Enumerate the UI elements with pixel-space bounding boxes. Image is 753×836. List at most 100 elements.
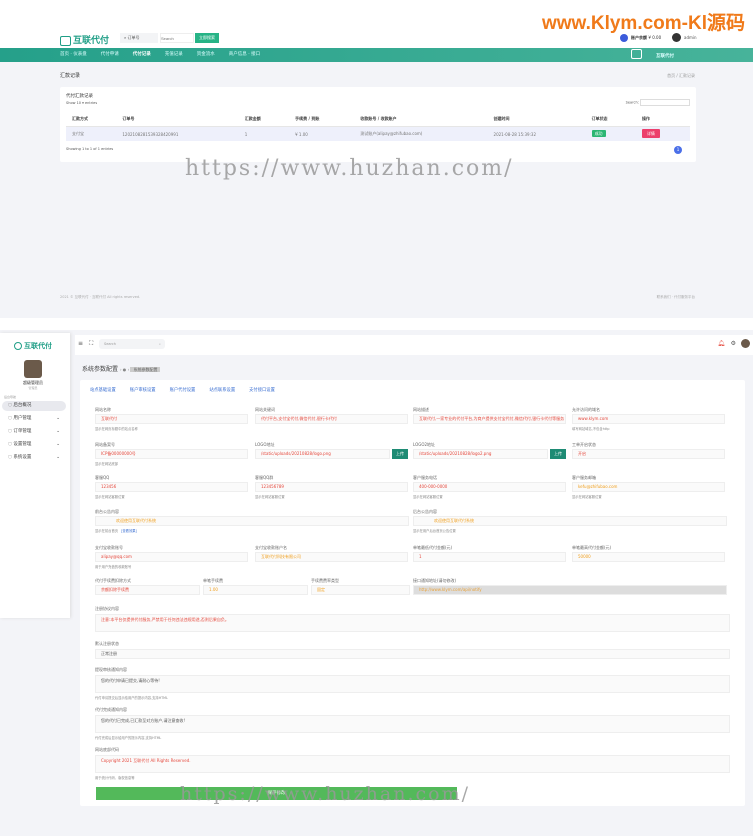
field-input[interactable]: 互联代付科技有限公司 xyxy=(255,552,408,562)
field-help: 代付完成后显示给用户的提示内容,支持HTML xyxy=(95,736,162,740)
cell-text: 测试账户(alipay@zhifubao.com) xyxy=(360,131,423,136)
search-button[interactable]: 立即搜索 xyxy=(195,33,219,43)
field-input[interactable]: ICP备00000000号 xyxy=(95,449,248,459)
search-input[interactable] xyxy=(160,33,194,43)
upload-button[interactable]: 上传 xyxy=(392,449,408,459)
field-label: 工单开启状态 xyxy=(572,442,596,447)
brand-logo[interactable]: 互联代付 xyxy=(60,33,109,46)
sidebar-item[interactable]: ◌ 用户管理 ⌄ xyxy=(2,414,66,424)
nav-item[interactable]: 商户信息 · 接口 xyxy=(229,52,260,57)
field-label: 单笔手续费 xyxy=(203,578,223,583)
field-help: 显示在前台首页 [查看效果] xyxy=(95,529,137,533)
cell-text: 支付宝 xyxy=(72,131,84,136)
sidebar-item[interactable]: ◌ 系统设置 ⌄ xyxy=(2,453,66,463)
field-input[interactable]: 互联代付,一家专业的代付平台,为商户提供支付宝代付,微信代付,银行卡代付等服务 xyxy=(413,414,566,424)
page-button[interactable]: 1 xyxy=(674,146,682,154)
field-label: LOGO地址 xyxy=(255,442,275,447)
username[interactable]: admin xyxy=(684,35,697,40)
top-bar: ≡ ⛶ Search ⌕ 🔔︎ ⚙ xyxy=(75,335,753,355)
column-header[interactable]: 订单状态 xyxy=(585,112,636,127)
breadcrumb[interactable]: 首页 / 汇款记录 xyxy=(667,73,695,79)
fullscreen-icon[interactable]: ⛶ xyxy=(89,340,93,348)
field-input[interactable]: 互联代付 xyxy=(95,414,248,424)
textarea-input[interactable]: 您的代付已完成,已汇款至对方账户,请注意查收! xyxy=(95,715,730,733)
field-help: 显示在网站客服位置 xyxy=(413,495,443,499)
detail-button[interactable]: 详情 xyxy=(641,129,660,138)
field-input[interactable]: alipay@qq.com xyxy=(95,552,248,562)
textarea-input[interactable]: 您的代付申请已提交,请耐心等待! xyxy=(95,675,730,693)
balance-icon xyxy=(620,34,628,42)
field-input[interactable]: 1 xyxy=(413,552,566,562)
field-input[interactable]: 400-000-0000 xyxy=(413,482,566,492)
nav-item[interactable]: 代付记录 xyxy=(133,52,151,57)
tab[interactable]: 账户代付设置 xyxy=(170,388,196,393)
field-help: 用于用户充值的收款账号 xyxy=(95,565,132,569)
column-header[interactable]: 收款账号 / 收款账户 xyxy=(354,112,488,127)
table-search[interactable]: Search: xyxy=(626,99,690,106)
search-input[interactable]: Search ⌕ xyxy=(99,339,165,349)
field-label: 默认注册状态 xyxy=(95,641,119,646)
field-input[interactable]: 123456789 xyxy=(255,482,408,492)
column-header[interactable]: 汇款金额 xyxy=(238,112,290,127)
field-input[interactable]: 123456 xyxy=(95,482,248,492)
textarea-input[interactable]: 注意:本平台仅提供代付服务,严禁用于任何违法违规用途,否则后果自负。 xyxy=(95,614,730,632)
notification-icon[interactable]: 🔔︎ xyxy=(717,340,725,347)
nav-item[interactable]: 首页 · 仪表盘 xyxy=(60,52,87,57)
menu-toggle-icon[interactable]: ≡ xyxy=(78,340,83,347)
field-input[interactable]: http://www.klym.com/api/notify xyxy=(413,585,727,595)
field-input[interactable]: /static/uploads/20210828/logo2.png xyxy=(413,449,548,459)
column-header[interactable]: 汇款方式 xyxy=(66,112,117,127)
field-input[interactable]: 固定 xyxy=(311,585,410,595)
tab[interactable]: 支付接口设置 xyxy=(249,388,275,393)
sidebar-item[interactable]: ◌ 设置管理 ⌄ xyxy=(2,440,66,450)
chevron-down-icon: ⌄ xyxy=(56,429,60,434)
column-header[interactable]: 创建时间 xyxy=(487,112,586,127)
watermark-klym: www.Klym.com-Kl源码 xyxy=(541,13,745,34)
length-control[interactable]: Show 10 ▾ entries xyxy=(66,101,690,105)
field-input[interactable]: /static/uploads/20210828/logo.png xyxy=(255,449,390,459)
nav-item[interactable]: 代付申请 xyxy=(101,52,119,57)
field-input[interactable]: 欢迎使用互联代付系统 xyxy=(413,516,727,526)
user-avatar[interactable] xyxy=(741,339,750,348)
column-header[interactable]: 订单号 xyxy=(116,112,239,127)
preview-link[interactable]: [查看效果] xyxy=(121,529,137,533)
field-help: 填写网站域名,不包含http xyxy=(572,427,610,431)
field-label: LOGO2地址 xyxy=(413,442,436,447)
column-header[interactable]: 操作 xyxy=(635,112,690,127)
field-input[interactable]: www.klym.com xyxy=(572,414,725,424)
field-label: 单笔最低代付金额(元) xyxy=(413,545,453,550)
field-label: 代付完成通知内容 xyxy=(95,707,127,712)
field-label: 允许访问的域名 xyxy=(572,407,600,412)
field-input[interactable]: 1.00 xyxy=(203,585,308,595)
table-cell: 1 xyxy=(238,126,290,141)
sidebar-item[interactable]: ◌ 后台概况 xyxy=(2,401,66,411)
chevron-down-icon: ⌄ xyxy=(56,416,60,421)
search-type-select[interactable]: ⌕ 订单号 xyxy=(120,33,158,43)
field-label: 客户服务邮箱 xyxy=(572,475,596,480)
field-input[interactable]: kefu@zhifubao.com xyxy=(572,482,725,492)
field-label: 支付宝收款账户名 xyxy=(255,545,287,550)
field-input[interactable]: 开启 xyxy=(572,449,725,459)
nav-item[interactable]: 资金流水 xyxy=(197,52,215,57)
sidebar-item[interactable]: ◌ 订单管理 ⌄ xyxy=(2,427,66,437)
admin-avatar[interactable] xyxy=(24,360,42,378)
field-input[interactable]: 余额扣除手续费 xyxy=(95,585,200,595)
menu-heading: 后台导航 xyxy=(4,395,17,399)
tab[interactable]: 站点联系设置 xyxy=(209,388,235,393)
status-select[interactable]: 正常注册 xyxy=(95,649,730,659)
field-input[interactable]: 50000 xyxy=(572,552,725,562)
textarea-input[interactable]: Copyright 2021 互联代付 All Rights Reserved. xyxy=(95,755,730,773)
tab[interactable]: 账户审核设置 xyxy=(130,388,156,393)
field-input[interactable]: 欢迎使用互联代付系统 xyxy=(95,516,409,526)
field-help: 用于统计代码、版权信息等 xyxy=(95,776,135,780)
upload-button[interactable]: 上传 xyxy=(550,449,566,459)
table-cell: 支付宝 xyxy=(66,126,117,141)
tab[interactable]: 站点基础设置 xyxy=(90,388,116,393)
column-header[interactable]: 手续费 / 到账 xyxy=(289,112,355,127)
table-cell: 2021-08-28 15:39:32 xyxy=(487,126,586,141)
field-label: 网站关键词 xyxy=(255,407,275,412)
settings-icon[interactable]: ⚙ xyxy=(731,340,736,347)
admin-role: 管理员 xyxy=(28,386,38,390)
nav-item[interactable]: 充值记录 xyxy=(165,52,183,57)
field-input[interactable]: 代付平台,支付宝代付,微信代付,银行卡代付 xyxy=(255,414,408,424)
